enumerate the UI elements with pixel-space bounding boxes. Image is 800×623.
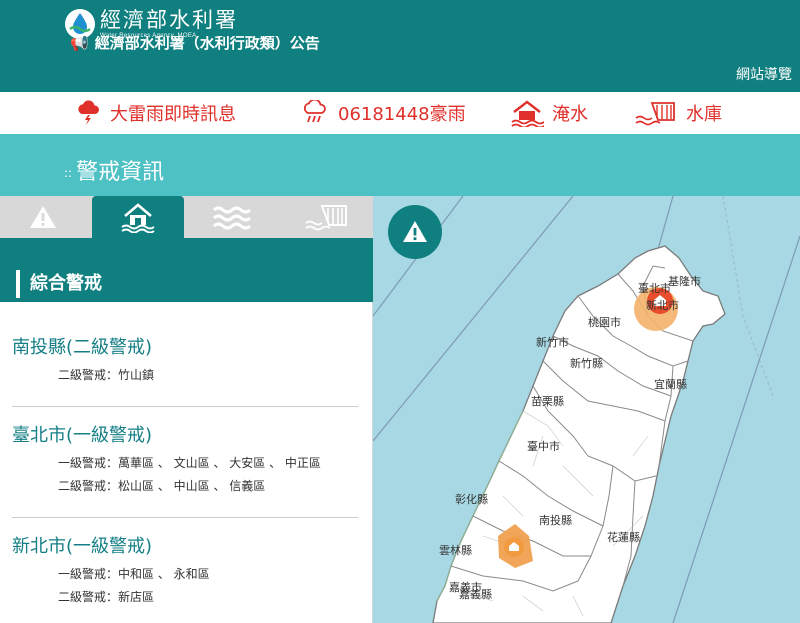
- quicknav-heavy-rain[interactable]: 06181448豪雨: [302, 98, 466, 128]
- alert-type-tabs: [0, 196, 373, 238]
- map-label-nantou: 南投縣: [539, 513, 572, 527]
- water-waves-icon: [213, 206, 251, 230]
- title-decoration: ::: [64, 166, 73, 180]
- warning-icon: [30, 206, 56, 228]
- map-label-keelung: 基隆市: [668, 274, 701, 288]
- alert-divider: [12, 406, 358, 407]
- alert-list: 南投縣(二級警戒) 二級警戒：竹山鎮 臺北市(一級警戒) 一級警戒：萬華區 、 …: [0, 302, 373, 623]
- map-label-miaoli: 苗栗縣: [531, 395, 564, 408]
- quicknav-label: 大雷雨即時訊息: [110, 104, 236, 125]
- reservoir-dam-icon: [635, 102, 675, 126]
- heavy-rain-icon: [303, 100, 326, 123]
- thunderstorm-icon: [78, 100, 100, 125]
- map-label-hsinchu-city: 新竹市: [536, 335, 569, 349]
- tab-river-water-level[interactable]: [186, 196, 278, 238]
- reservoir-dam-icon: [304, 205, 347, 231]
- quicknav-label: 淹水: [552, 104, 588, 125]
- warning-icon: [403, 221, 427, 242]
- alert-item[interactable]: 臺北市(一級警戒) 一級警戒：萬華區 、 文山區 、 大安區 、 中正區 二級警…: [12, 424, 358, 494]
- flood-house-icon: [511, 100, 544, 127]
- map-label-chiayi-county: 嘉義縣: [459, 587, 492, 601]
- taiwan-landmass: [432, 245, 726, 623]
- alert-divider: [12, 517, 358, 518]
- megaphone-icon: 📢: [70, 36, 89, 52]
- quicknav-flood[interactable]: 淹水: [510, 98, 588, 128]
- site-header: 經濟部水利署 Water Resources Agency, MOEA 📢 經濟部…: [0, 0, 800, 92]
- quicknav-label: 水庫: [686, 104, 722, 125]
- panel-title: 綜合警戒: [16, 270, 102, 298]
- flood-house-icon: [121, 203, 155, 233]
- tab-reservoir[interactable]: [280, 196, 373, 238]
- panel-header: 綜合警戒: [0, 238, 373, 302]
- map-label-taipei: 臺北市: [638, 281, 671, 295]
- map-label-taoyuan: 桃園市: [588, 315, 621, 329]
- map-label-changhua: 彰化縣: [455, 492, 488, 506]
- quicknav-reservoir[interactable]: 水庫: [634, 98, 722, 128]
- alert-title[interactable]: 南投縣(二級警戒): [12, 336, 358, 360]
- alert-title[interactable]: 新北市(一級警戒): [12, 535, 358, 559]
- map-warning-button[interactable]: [388, 205, 442, 259]
- quicknav-label: 06181448豪雨: [338, 104, 466, 125]
- tab-flood[interactable]: [92, 196, 184, 238]
- page-title-text: 警戒資訊: [76, 160, 165, 185]
- map-label-new-taipei: 新北市: [646, 298, 679, 312]
- page-title: :: 警戒資訊: [64, 158, 164, 188]
- sitemap-link[interactable]: 網站導覽: [736, 64, 792, 84]
- tab-general-warning[interactable]: [0, 196, 86, 238]
- alert-detail: 二級警戒：新店區: [58, 590, 155, 604]
- alert-detail: 二級警戒：竹山鎮: [58, 368, 155, 382]
- taiwan-map[interactable]: 臺北市 基隆市 新北市 桃園市 新竹市 新竹縣 宜蘭縣 苗栗縣 臺中市 彰化縣 …: [373, 196, 800, 623]
- alert-title[interactable]: 臺北市(一級警戒): [12, 424, 358, 448]
- map-canvas[interactable]: 臺北市 基隆市 新北市 桃園市 新竹市 新竹縣 宜蘭縣 苗栗縣 臺中市 彰化縣 …: [373, 196, 800, 623]
- quick-nav-bar: 大雷雨即時訊息 06181448豪雨 淹水 水庫: [0, 92, 800, 134]
- announcement-ticker[interactable]: 📢 經濟部水利署（水利行政類）公告: [70, 36, 320, 56]
- map-label-yunlin: 雲林縣: [439, 543, 472, 557]
- map-label-hualien: 花蓮縣: [607, 530, 640, 544]
- alert-item[interactable]: 南投縣(二級警戒) 二級警戒：竹山鎮: [12, 336, 358, 383]
- map-label-yilan: 宜蘭縣: [654, 377, 687, 391]
- alert-item[interactable]: 新北市(一級警戒) 一級警戒：中和區 、 永和區 二級警戒：新店區: [12, 535, 358, 605]
- ticker-text: 經濟部水利署（水利行政類）公告: [94, 36, 320, 52]
- map-label-taichung: 臺中市: [527, 439, 560, 453]
- map-label-hsinchu-county: 新竹縣: [570, 356, 603, 370]
- agency-name: 經濟部水利署: [100, 8, 238, 32]
- alert-detail: 二級警戒：松山區 、 中山區 、 信義區: [58, 479, 266, 493]
- alert-detail: 一級警戒：中和區 、 永和區: [58, 567, 210, 581]
- alert-detail: 一級警戒：萬華區 、 文山區 、 大安區 、 中正區: [58, 456, 321, 470]
- quicknav-thunderstorm[interactable]: 大雷雨即時訊息: [76, 98, 236, 128]
